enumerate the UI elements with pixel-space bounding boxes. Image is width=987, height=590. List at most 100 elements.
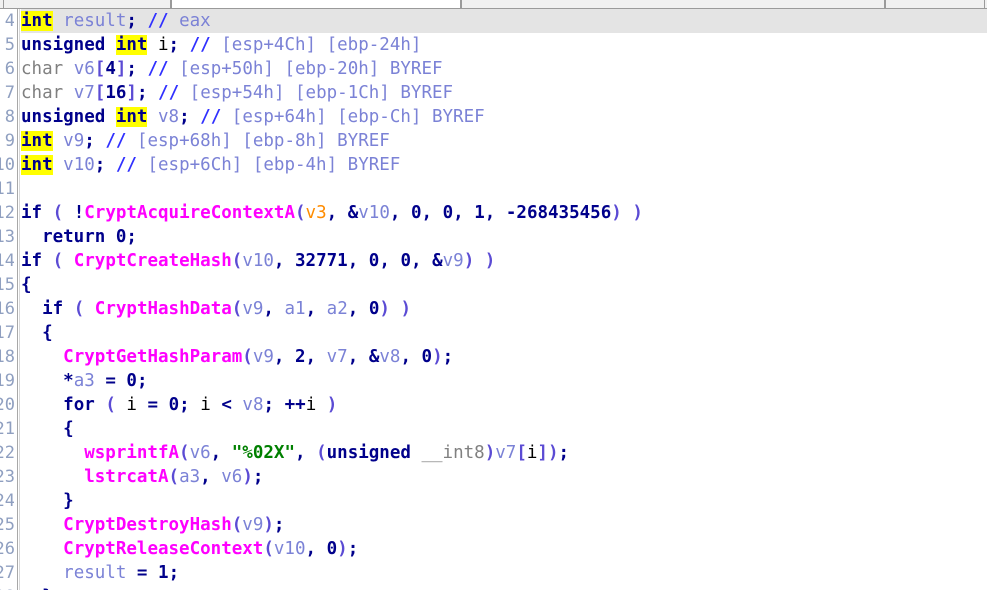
code-token: , bbox=[306, 299, 317, 319]
code-token: v7 bbox=[495, 443, 516, 463]
code-line[interactable]: int result; // eax bbox=[21, 9, 987, 33]
code-token: 0 bbox=[411, 203, 422, 223]
line-number: 5 bbox=[0, 33, 14, 57]
code-token: = bbox=[148, 395, 159, 415]
code-token: result bbox=[63, 563, 126, 583]
code-token: eax bbox=[169, 11, 211, 31]
code-token: i bbox=[158, 35, 169, 55]
code-token: char bbox=[21, 59, 63, 79]
code-token: 32771 bbox=[295, 251, 348, 271]
code-line[interactable]: { bbox=[21, 321, 987, 345]
code-line[interactable]: char v6[4]; // [esp+50h] [ebp-20h] BYREF bbox=[21, 57, 987, 81]
line-number: 20 bbox=[0, 393, 14, 417]
code-line[interactable]: wsprintfA(v6, "%02X", (unsigned __int8)v… bbox=[21, 441, 987, 465]
code-line[interactable]: int v9; // [esp+68h] [ebp-8h] BYREF bbox=[21, 129, 987, 153]
code-token: int bbox=[21, 155, 53, 175]
code-token: , bbox=[379, 251, 390, 271]
line-number: 18 bbox=[0, 345, 14, 369]
code-line[interactable]: *a3 = 0; bbox=[21, 369, 987, 393]
line-number: 13 bbox=[0, 225, 14, 249]
code-line[interactable]: if ( CryptCreateHash(v10, 32771, 0, 0, &… bbox=[21, 249, 987, 273]
line-number: 23 bbox=[0, 465, 14, 489]
code-token: ( bbox=[232, 251, 243, 271]
code-token: = bbox=[105, 371, 116, 391]
tab-structures[interactable] bbox=[885, 0, 985, 8]
code-token: ; bbox=[126, 11, 137, 31]
code-token: i bbox=[306, 395, 317, 415]
code-token: CryptReleaseContext bbox=[63, 539, 263, 559]
code-line[interactable]: } bbox=[21, 489, 987, 513]
code-token: v7 bbox=[327, 347, 348, 367]
code-token: ] bbox=[116, 59, 127, 79]
code-line[interactable]: lstrcatA(a3, v6); bbox=[21, 465, 987, 489]
tab-hex-view[interactable] bbox=[461, 0, 885, 8]
code-line[interactable]: int v10; // [esp+6Ch] [ebp-4h] BYREF bbox=[21, 153, 987, 177]
code-token: ; bbox=[253, 467, 264, 487]
code-token: if bbox=[21, 251, 42, 271]
code-token: char bbox=[21, 83, 63, 103]
code-token: if bbox=[21, 203, 42, 223]
code-token: * bbox=[63, 371, 74, 391]
code-token: ) bbox=[485, 443, 496, 463]
code-token: v10 bbox=[63, 155, 95, 175]
code-line[interactable]: result = 1; bbox=[21, 561, 987, 585]
line-number: 7 bbox=[0, 81, 14, 105]
code-token: ) bbox=[432, 347, 443, 367]
code-token: ; bbox=[84, 131, 95, 151]
pseudocode-editor[interactable]: 4567891011121314151617181920212223242526… bbox=[0, 9, 987, 590]
code-token: 0 bbox=[400, 251, 411, 271]
code-token: lstrcatA bbox=[84, 467, 168, 487]
code-line[interactable]: { bbox=[21, 417, 987, 441]
code-line[interactable]: CryptDestroyHash(v9); bbox=[21, 513, 987, 537]
code-line[interactable]: if ( !CryptAcquireContextA(v3, &v10, 0, … bbox=[21, 201, 987, 225]
code-token: ; bbox=[274, 515, 285, 535]
code-token: 2 bbox=[295, 347, 306, 367]
code-token: [esp+64h] [ebp-Ch] BYREF bbox=[221, 107, 484, 127]
code-line[interactable]: } bbox=[21, 585, 987, 590]
code-line[interactable]: CryptReleaseContext(v10, 0); bbox=[21, 537, 987, 561]
code-token: + bbox=[295, 395, 306, 415]
code-token: 0 bbox=[369, 251, 380, 271]
line-number: 28 bbox=[0, 585, 14, 590]
code-token: "%02X" bbox=[232, 443, 295, 463]
code-token: , bbox=[263, 299, 274, 319]
code-token: // bbox=[147, 11, 168, 31]
code-token: unsigned bbox=[21, 35, 105, 55]
code-token: int bbox=[21, 11, 53, 31]
code-token: 0 bbox=[422, 347, 433, 367]
code-line[interactable]: for ( i = 0; i < v8; ++i ) bbox=[21, 393, 987, 417]
code-token: ; bbox=[179, 107, 190, 127]
code-token: 16 bbox=[105, 83, 126, 103]
pseudocode-text[interactable]: int result; // eaxunsigned int i; // [es… bbox=[21, 9, 987, 590]
code-token: CryptDestroyHash bbox=[63, 515, 232, 535]
code-token: v8 bbox=[242, 395, 263, 415]
code-token: 0 bbox=[126, 371, 137, 391]
code-token: v9 bbox=[63, 131, 84, 151]
tab-pseudocode[interactable] bbox=[171, 0, 461, 8]
code-token: { bbox=[21, 275, 32, 295]
code-token: v10 bbox=[358, 203, 390, 223]
code-token: , bbox=[348, 347, 359, 367]
code-token: ) bbox=[379, 299, 390, 319]
view-tab-strip[interactable] bbox=[0, 0, 987, 9]
code-token: [esp+6Ch] [ebp-4h] BYREF bbox=[137, 155, 400, 175]
code-line[interactable] bbox=[21, 177, 987, 201]
code-token: & bbox=[432, 251, 443, 271]
code-token: // bbox=[105, 131, 126, 151]
code-token: v10 bbox=[274, 539, 306, 559]
code-line[interactable]: char v7[16]; // [esp+54h] [ebp-1Ch] BYRE… bbox=[21, 81, 987, 105]
code-token: v6 bbox=[221, 467, 242, 487]
code-line[interactable]: { bbox=[21, 273, 987, 297]
code-line[interactable]: unsigned int i; // [esp+4Ch] [ebp-24h] bbox=[21, 33, 987, 57]
line-number: 6 bbox=[0, 57, 14, 81]
code-token: , bbox=[200, 467, 211, 487]
code-line[interactable]: CryptGetHashParam(v9, 2, v7, &v8, 0); bbox=[21, 345, 987, 369]
code-line[interactable]: if ( CryptHashData(v9, a1, a2, 0) ) bbox=[21, 297, 987, 321]
code-line[interactable]: unsigned int v8; // [esp+64h] [ebp-Ch] B… bbox=[21, 105, 987, 129]
code-token: , bbox=[295, 443, 306, 463]
tab-ida-view[interactable] bbox=[3, 0, 171, 8]
code-token: a3 bbox=[179, 467, 200, 487]
code-line[interactable]: return 0; bbox=[21, 225, 987, 249]
code-token: 0 bbox=[327, 539, 338, 559]
line-number-gutter: 4567891011121314151617181920212223242526… bbox=[0, 9, 14, 590]
